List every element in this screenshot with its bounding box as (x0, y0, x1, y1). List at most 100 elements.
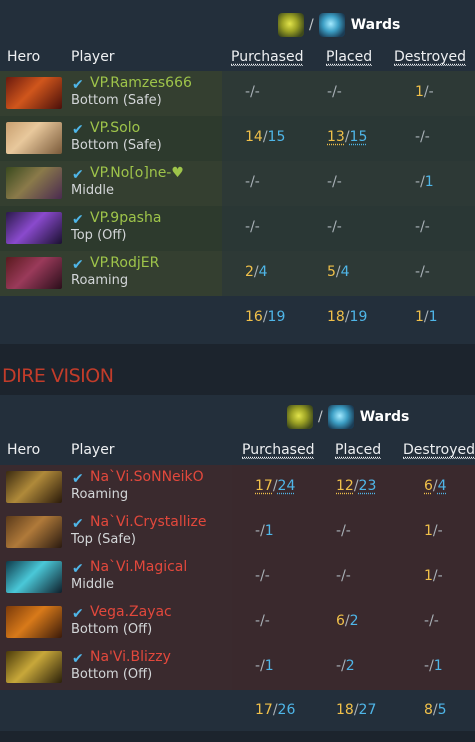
header-placed[interactable]: Placed (335, 442, 382, 459)
table-row[interactable]: ✔ Na`Vi.Magical Middle -/- -/- 1/- (0, 555, 475, 600)
player-role: Bottom (Safe) (71, 138, 162, 153)
player-role: Bottom (Safe) (71, 93, 162, 108)
player-role: Roaming (71, 487, 129, 502)
destroyed-cell: 1/- (424, 523, 443, 539)
player-name[interactable]: Vega.Zayac (90, 604, 172, 620)
sentry-count: - (264, 568, 270, 584)
placed-cell: 12/23 (336, 478, 376, 494)
purchased-cell: 2/4 (245, 264, 268, 280)
placed-cell: -/- (327, 219, 342, 235)
sentry-count: 23 (358, 478, 377, 494)
player-name[interactable]: VP.9pasha (90, 210, 161, 226)
sentry-count: - (345, 523, 351, 539)
wards-label: Wards (359, 409, 410, 425)
placed-cell: -/- (327, 84, 342, 100)
sentry-count: 1 (264, 658, 274, 674)
hero-portrait[interactable] (6, 561, 62, 593)
header-purchased[interactable]: Purchased (242, 442, 315, 459)
observer-ward-icon (278, 13, 304, 37)
observer-count: 8 (424, 702, 433, 718)
checkmark-icon: ✔ (72, 212, 84, 228)
sentry-count: - (336, 219, 342, 235)
sentry-count: - (433, 613, 439, 629)
header-purchased[interactable]: Purchased (231, 49, 304, 66)
table-row[interactable]: ✔ VP.9pasha Top (Off) -/- -/- -/- (0, 206, 475, 251)
destroyed-cell: 6/4 (424, 478, 447, 494)
table-row[interactable]: ✔ Vega.Zayac Bottom (Off) -/- 6/2 -/- (0, 600, 475, 645)
sentry-count: 26 (277, 702, 296, 718)
sentry-count: 24 (277, 478, 296, 494)
checkmark-icon: ✔ (72, 257, 84, 273)
observer-count: 1 (415, 309, 424, 325)
player-name[interactable]: Na'Vi.Blizzy (90, 649, 171, 665)
checkmark-icon: ✔ (72, 561, 84, 577)
header-player: Player (71, 442, 115, 458)
header-placed[interactable]: Placed (326, 49, 373, 66)
header-hero: Hero (7, 442, 41, 458)
hero-portrait[interactable] (6, 167, 62, 199)
player-name[interactable]: VP.Solo (90, 120, 140, 136)
header-destroyed[interactable]: Destroyed (403, 442, 475, 459)
table-row[interactable]: ✔ VP.Solo Bottom (Safe) 14/15 13/15 -/- (0, 116, 475, 161)
observer-count: 6 (336, 613, 345, 629)
sentry-count: 4 (437, 478, 447, 494)
sentry-count: 1 (264, 523, 274, 539)
table-row[interactable]: ✔ VP.Ramzes666 Bottom (Safe) -/- -/- 1/- (0, 71, 475, 116)
sentry-count: - (254, 219, 260, 235)
total-destroyed-cell: 1/1 (415, 309, 438, 325)
sentry-count: 15 (267, 129, 286, 145)
sentry-count: 4 (258, 264, 268, 280)
table-row[interactable]: ✔ Na`Vi.Crystallize Top (Safe) -/1 -/- 1/- (0, 510, 475, 555)
wards-label: Wards (350, 17, 401, 33)
header-destroyed[interactable]: Destroyed (394, 49, 466, 66)
checkmark-icon: ✔ (72, 122, 84, 138)
player-role: Roaming (71, 273, 129, 288)
sentry-count: - (254, 84, 260, 100)
table-header: Hero Player Purchased Placed Destroyed (0, 45, 475, 71)
observer-count: 14 (245, 129, 263, 145)
player-name[interactable]: VP.RodjER (90, 255, 159, 271)
player-name[interactable]: VP.No[o]ne-♥ (90, 165, 184, 181)
hero-portrait[interactable] (6, 651, 62, 683)
destroyed-cell: -/1 (424, 658, 443, 674)
sentry-count: - (254, 174, 260, 190)
sentry-count: 1 (428, 309, 438, 325)
placed-cell: -/2 (336, 658, 355, 674)
placed-cell: -/- (327, 174, 342, 190)
table-row[interactable]: ✔ Na'Vi.Blizzy Bottom (Off) -/1 -/2 -/1 (0, 645, 475, 690)
observer-count: 1 (415, 84, 424, 100)
player-role: Top (Off) (71, 228, 127, 243)
player-name[interactable]: Na`Vi.SoNNeikO (90, 469, 204, 485)
observer-count: 1 (424, 568, 433, 584)
checkmark-icon: ✔ (72, 651, 84, 667)
table-row[interactable]: ✔ VP.No[o]ne-♥ Middle -/- -/- -/1 (0, 161, 475, 206)
sentry-count: 19 (349, 309, 368, 325)
player-name[interactable]: Na`Vi.Magical (90, 559, 187, 575)
purchased-cell: -/- (245, 84, 260, 100)
dire-vision-panel: / Wards Hero Player Purchased Placed Des… (0, 395, 475, 731)
observer-count: 18 (327, 309, 345, 325)
sentry-ward-icon (318, 13, 345, 37)
sentry-count: 2 (349, 613, 359, 629)
destroyed-cell: -/- (415, 129, 430, 145)
destroyed-cell: 1/- (415, 84, 434, 100)
table-row[interactable]: ✔ VP.RodjER Roaming 2/4 5/4 -/- (0, 251, 475, 296)
hero-portrait[interactable] (6, 516, 62, 548)
destroyed-cell: 1/- (424, 568, 443, 584)
sentry-count: - (264, 613, 270, 629)
checkmark-icon: ✔ (72, 167, 84, 183)
total-placed-cell: 18/19 (327, 309, 367, 325)
header-player: Player (71, 49, 115, 65)
hero-portrait[interactable] (6, 122, 62, 154)
table-row[interactable]: ✔ Na`Vi.SoNNeikO Roaming 17/24 12/23 6/4 (0, 465, 475, 510)
hero-portrait[interactable] (6, 77, 62, 109)
hero-portrait[interactable] (6, 257, 62, 289)
hero-portrait[interactable] (6, 471, 62, 503)
dire-vision-title: DIRE VISION (2, 365, 114, 387)
hero-portrait[interactable] (6, 606, 62, 638)
sentry-count: 15 (349, 129, 368, 145)
hero-portrait[interactable] (6, 212, 62, 244)
player-name[interactable]: Na`Vi.Crystallize (90, 514, 206, 530)
player-name[interactable]: VP.Ramzes666 (90, 75, 192, 91)
wards-header: / Wards (278, 11, 400, 39)
